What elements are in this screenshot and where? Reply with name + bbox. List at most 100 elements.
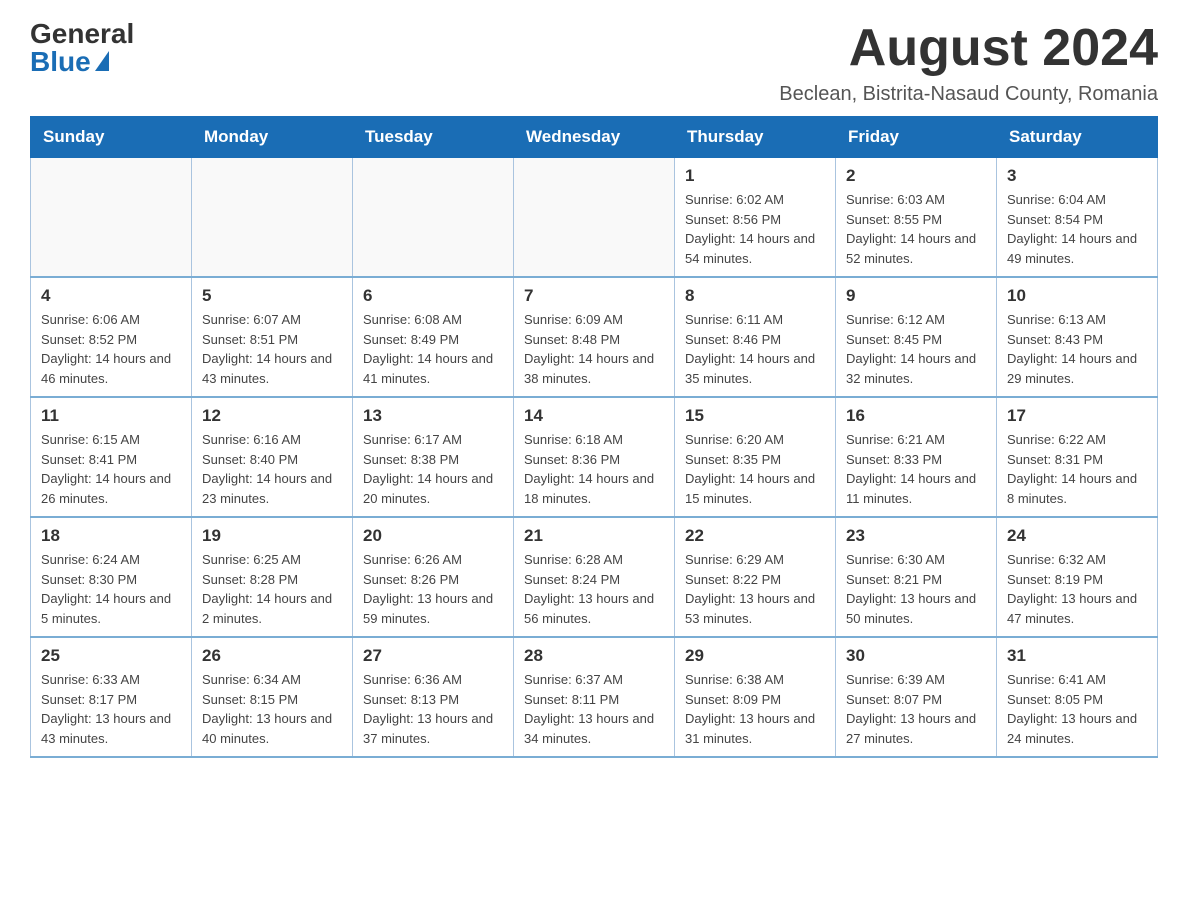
calendar-cell	[353, 158, 514, 278]
day-info: Sunrise: 6:20 AMSunset: 8:35 PMDaylight:…	[685, 430, 825, 508]
day-number: 7	[524, 286, 664, 306]
calendar-cell: 26Sunrise: 6:34 AMSunset: 8:15 PMDayligh…	[192, 637, 353, 757]
day-number: 6	[363, 286, 503, 306]
day-number: 30	[846, 646, 986, 666]
day-info: Sunrise: 6:18 AMSunset: 8:36 PMDaylight:…	[524, 430, 664, 508]
location-title: Beclean, Bistrita-Nasaud County, Romania	[779, 83, 1158, 106]
calendar-cell: 17 Sunrise: 6:22 AMSunset: 8:31 PMDayligh…	[997, 397, 1158, 517]
day-info: Sunrise: 6:25 AMSunset: 8:28 PMDaylight:…	[202, 550, 342, 628]
calendar-cell: 3 Sunrise: 6:04 AMSunset: 8:54 PMDaylight…	[997, 158, 1158, 278]
calendar-cell	[514, 158, 675, 278]
calendar-cell: 30 Sunrise: 6:39 AMSunset: 8:07 PMDayligh…	[836, 637, 997, 757]
col-friday: Friday	[836, 117, 997, 158]
day-number: 10	[1007, 286, 1147, 306]
day-number: 15	[685, 406, 825, 426]
day-info: Sunrise: 6:29 AMSunset: 8:22 PMDaylight:…	[685, 550, 825, 628]
day-number: 11	[41, 406, 181, 426]
day-info: Sunrise: 6:07 AMSunset: 8:51 PMDaylight:…	[202, 310, 342, 388]
calendar-cell: 31Sunrise: 6:41 AMSunset: 8:05 PMDayligh…	[997, 637, 1158, 757]
day-info: Sunrise: 6:15 AMSunset: 8:41 PMDaylight:…	[41, 430, 181, 508]
title-area: August 2024 Beclean, Bistrita-Nasaud Cou…	[779, 20, 1158, 106]
col-saturday: Saturday	[997, 117, 1158, 158]
calendar-cell: 9Sunrise: 6:12 AMSunset: 8:45 PMDaylight…	[836, 277, 997, 397]
day-info: Sunrise: 6:32 AMSunset: 8:19 PMDaylight:…	[1007, 550, 1147, 628]
calendar-cell: 29 Sunrise: 6:38 AMSunset: 8:09 PMDayligh…	[675, 637, 836, 757]
logo-general-text: General	[30, 20, 134, 48]
day-number: 18	[41, 526, 181, 546]
day-info: Sunrise: 6:16 AMSunset: 8:40 PMDaylight:…	[202, 430, 342, 508]
day-number: 2	[846, 166, 986, 186]
day-info: Sunrise: 6:22 AMSunset: 8:31 PMDaylight:…	[1007, 430, 1147, 508]
day-info: Sunrise: 6:21 AMSunset: 8:33 PMDaylight:…	[846, 430, 986, 508]
day-number: 25	[41, 646, 181, 666]
calendar-cell	[31, 158, 192, 278]
calendar-cell: 14 Sunrise: 6:18 AMSunset: 8:36 PMDayligh…	[514, 397, 675, 517]
day-number: 5	[202, 286, 342, 306]
day-info: Sunrise: 6:08 AMSunset: 8:49 PMDaylight:…	[363, 310, 503, 388]
day-number: 29	[685, 646, 825, 666]
logo-blue-text: Blue	[30, 48, 109, 76]
day-number: 31	[1007, 646, 1147, 666]
day-info: Sunrise: 6:06 AMSunset: 8:52 PMDaylight:…	[41, 310, 181, 388]
logo-triangle-icon	[95, 51, 109, 71]
day-info: Sunrise: 6:33 AMSunset: 8:17 PMDaylight:…	[41, 670, 181, 748]
day-info: Sunrise: 6:39 AMSunset: 8:07 PMDaylight:…	[846, 670, 986, 748]
day-number: 3	[1007, 166, 1147, 186]
calendar-cell: 6 Sunrise: 6:08 AMSunset: 8:49 PMDaylight…	[353, 277, 514, 397]
calendar-cell: 28 Sunrise: 6:37 AMSunset: 8:11 PMDayligh…	[514, 637, 675, 757]
day-number: 21	[524, 526, 664, 546]
calendar-week-3: 11 Sunrise: 6:15 AMSunset: 8:41 PMDayligh…	[31, 397, 1158, 517]
col-tuesday: Tuesday	[353, 117, 514, 158]
col-sunday: Sunday	[31, 117, 192, 158]
day-number: 17	[1007, 406, 1147, 426]
day-info: Sunrise: 6:37 AMSunset: 8:11 PMDaylight:…	[524, 670, 664, 748]
day-number: 16	[846, 406, 986, 426]
day-info: Sunrise: 6:38 AMSunset: 8:09 PMDaylight:…	[685, 670, 825, 748]
calendar-cell: 24 Sunrise: 6:32 AMSunset: 8:19 PMDayligh…	[997, 517, 1158, 637]
day-number: 12	[202, 406, 342, 426]
calendar-cell: 18Sunrise: 6:24 AMSunset: 8:30 PMDayligh…	[31, 517, 192, 637]
day-number: 24	[1007, 526, 1147, 546]
day-number: 20	[363, 526, 503, 546]
day-info: Sunrise: 6:28 AMSunset: 8:24 PMDaylight:…	[524, 550, 664, 628]
day-number: 9	[846, 286, 986, 306]
day-number: 14	[524, 406, 664, 426]
day-number: 22	[685, 526, 825, 546]
calendar-cell: 4Sunrise: 6:06 AMSunset: 8:52 PMDaylight…	[31, 277, 192, 397]
day-info: Sunrise: 6:03 AMSunset: 8:55 PMDaylight:…	[846, 190, 986, 268]
calendar-cell: 23 Sunrise: 6:30 AMSunset: 8:21 PMDayligh…	[836, 517, 997, 637]
calendar-cell: 12 Sunrise: 6:16 AMSunset: 8:40 PMDayligh…	[192, 397, 353, 517]
calendar-cell: 21 Sunrise: 6:28 AMSunset: 8:24 PMDayligh…	[514, 517, 675, 637]
day-info: Sunrise: 6:04 AMSunset: 8:54 PMDaylight:…	[1007, 190, 1147, 268]
calendar-body: 1Sunrise: 6:02 AMSunset: 8:56 PMDaylight…	[31, 158, 1158, 758]
calendar-header: Sunday Monday Tuesday Wednesday Thursday…	[31, 117, 1158, 158]
calendar-cell: 20 Sunrise: 6:26 AMSunset: 8:26 PMDayligh…	[353, 517, 514, 637]
col-wednesday: Wednesday	[514, 117, 675, 158]
month-title: August 2024	[779, 20, 1158, 77]
calendar-cell	[192, 158, 353, 278]
header-row: Sunday Monday Tuesday Wednesday Thursday…	[31, 117, 1158, 158]
day-info: Sunrise: 6:17 AMSunset: 8:38 PMDaylight:…	[363, 430, 503, 508]
calendar-cell: 13Sunrise: 6:17 AMSunset: 8:38 PMDayligh…	[353, 397, 514, 517]
day-info: Sunrise: 6:11 AMSunset: 8:46 PMDaylight:…	[685, 310, 825, 388]
calendar-cell: 1Sunrise: 6:02 AMSunset: 8:56 PMDaylight…	[675, 158, 836, 278]
calendar: Sunday Monday Tuesday Wednesday Thursday…	[30, 116, 1158, 758]
calendar-cell: 11 Sunrise: 6:15 AMSunset: 8:41 PMDayligh…	[31, 397, 192, 517]
day-number: 23	[846, 526, 986, 546]
day-info: Sunrise: 6:02 AMSunset: 8:56 PMDaylight:…	[685, 190, 825, 268]
day-info: Sunrise: 6:09 AMSunset: 8:48 PMDaylight:…	[524, 310, 664, 388]
day-number: 27	[363, 646, 503, 666]
calendar-week-4: 18Sunrise: 6:24 AMSunset: 8:30 PMDayligh…	[31, 517, 1158, 637]
calendar-cell: 22 Sunrise: 6:29 AMSunset: 8:22 PMDayligh…	[675, 517, 836, 637]
day-number: 19	[202, 526, 342, 546]
calendar-cell: 8Sunrise: 6:11 AMSunset: 8:46 PMDaylight…	[675, 277, 836, 397]
calendar-cell: 19 Sunrise: 6:25 AMSunset: 8:28 PMDayligh…	[192, 517, 353, 637]
day-info: Sunrise: 6:26 AMSunset: 8:26 PMDaylight:…	[363, 550, 503, 628]
calendar-week-5: 25 Sunrise: 6:33 AMSunset: 8:17 PMDayligh…	[31, 637, 1158, 757]
day-info: Sunrise: 6:13 AMSunset: 8:43 PMDaylight:…	[1007, 310, 1147, 388]
day-number: 28	[524, 646, 664, 666]
day-info: Sunrise: 6:30 AMSunset: 8:21 PMDaylight:…	[846, 550, 986, 628]
calendar-cell: 27Sunrise: 6:36 AMSunset: 8:13 PMDayligh…	[353, 637, 514, 757]
calendar-week-1: 1Sunrise: 6:02 AMSunset: 8:56 PMDaylight…	[31, 158, 1158, 278]
calendar-cell: 15 Sunrise: 6:20 AMSunset: 8:35 PMDayligh…	[675, 397, 836, 517]
